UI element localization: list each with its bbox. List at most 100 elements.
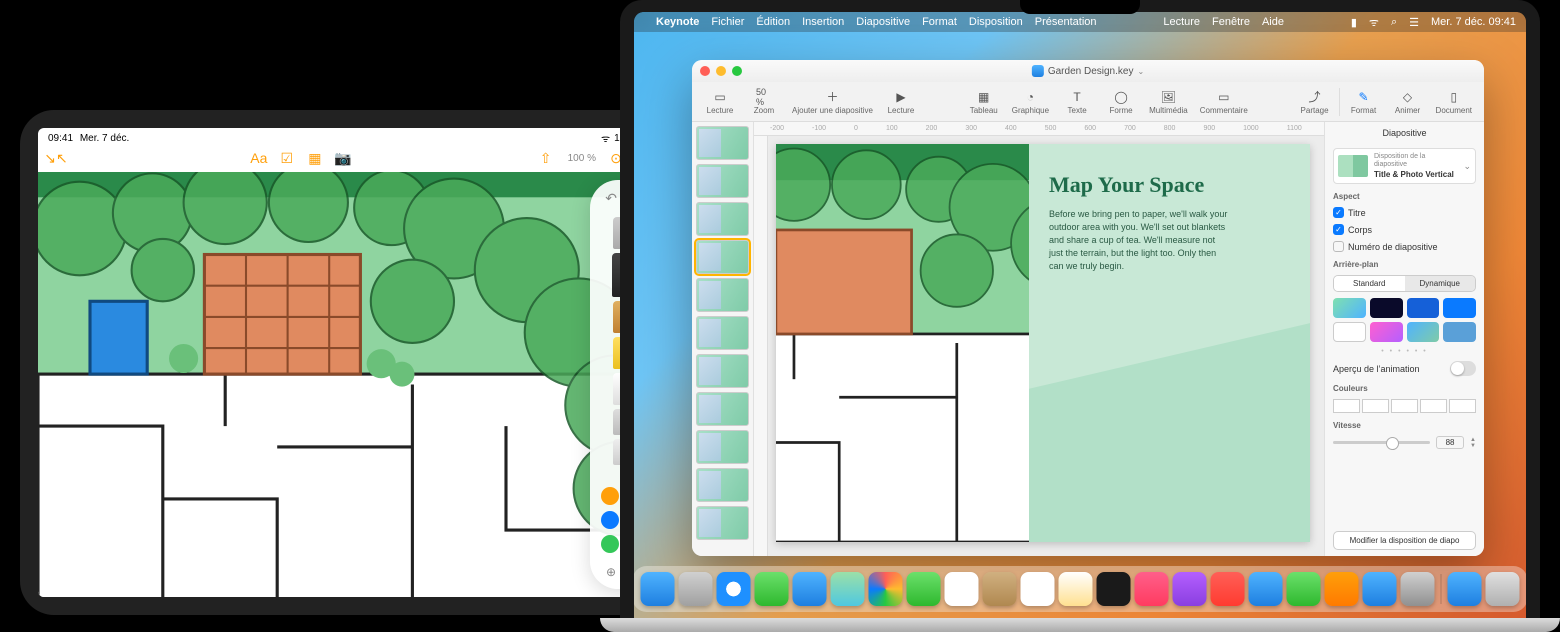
seg-standard[interactable]: Standard xyxy=(1334,276,1405,291)
dock-app-messages[interactable] xyxy=(755,572,789,606)
dock-app-mail[interactable] xyxy=(793,572,827,606)
dock-app-reminders[interactable] xyxy=(1021,572,1055,606)
dock-app-notes[interactable] xyxy=(1059,572,1093,606)
add-slide-button[interactable]: ＋Ajouter une diapositive xyxy=(788,87,877,117)
wifi-icon[interactable]: ᯤ xyxy=(1369,15,1379,30)
animation-preview-toggle[interactable] xyxy=(1450,361,1476,376)
zoom-button[interactable]: 50 %Zoom xyxy=(744,87,784,117)
dock-app-music[interactable] xyxy=(1135,572,1169,606)
slide-thumbnail[interactable] xyxy=(696,506,749,540)
close-icon[interactable] xyxy=(700,66,710,76)
zoom-icon[interactable] xyxy=(732,66,742,76)
slide-photo[interactable] xyxy=(776,144,1029,542)
media-button[interactable]: 🖼Multimédia xyxy=(1145,87,1192,117)
background-swatch[interactable] xyxy=(1333,298,1366,318)
seg-dynamic[interactable]: Dynamique xyxy=(1405,276,1476,291)
dock-downloads[interactable] xyxy=(1448,572,1482,606)
slide-canvas[interactable]: -200-10001002003004005006007008009001000… xyxy=(754,122,1324,556)
dock-app-keynote[interactable] xyxy=(1249,572,1283,606)
document-button[interactable]: ▯Document xyxy=(1432,87,1476,117)
color-swatch[interactable] xyxy=(601,535,619,553)
share-button[interactable]: ⤴Partage xyxy=(1295,87,1335,117)
slide-body[interactable]: Before we bring pen to paper, we'll walk… xyxy=(1049,208,1229,273)
background-swatch[interactable] xyxy=(1443,298,1476,318)
dock-app-numbers[interactable] xyxy=(1287,572,1321,606)
dock-app-maps[interactable] xyxy=(831,572,865,606)
menu-aide[interactable]: Aide xyxy=(1262,16,1284,28)
dock-app-tv[interactable] xyxy=(1097,572,1131,606)
slide-thumbnail[interactable] xyxy=(696,240,749,274)
color-swatch[interactable] xyxy=(601,487,619,505)
edit-layout-button[interactable]: Modifier la disposition de diapo xyxy=(1333,531,1476,550)
dock-trash[interactable] xyxy=(1486,572,1520,606)
color-swatch[interactable] xyxy=(601,511,619,529)
menu-diapositive[interactable]: Diapositive xyxy=(856,16,910,28)
menubar-app-name[interactable]: Keynote xyxy=(656,16,699,28)
check-slide-number[interactable]: Numéro de diapositive xyxy=(1333,241,1476,252)
add-tool-icon[interactable]: ⊕ xyxy=(606,565,616,579)
table-icon[interactable]: ▦ xyxy=(307,150,323,166)
animate-button[interactable]: ◇Animer xyxy=(1388,87,1428,117)
slide-thumbnail[interactable] xyxy=(696,278,749,312)
check-body[interactable]: ✓Corps xyxy=(1333,224,1476,235)
chart-button[interactable]: ◔Graphique xyxy=(1008,87,1053,117)
slide-thumbnail[interactable] xyxy=(696,430,749,464)
dock-app-contacts[interactable] xyxy=(983,572,1017,606)
dock-app-settings[interactable] xyxy=(1401,572,1435,606)
slide-thumbnail[interactable] xyxy=(696,164,749,198)
color-wells[interactable] xyxy=(1333,399,1476,413)
slide-navigator[interactable] xyxy=(692,122,754,556)
slide[interactable]: Map Your Space Before we bring pen to pa… xyxy=(776,144,1310,542)
background-swatch[interactable] xyxy=(1407,322,1440,342)
speed-slider[interactable] xyxy=(1333,441,1430,444)
share-icon[interactable]: ⇧ xyxy=(538,150,554,166)
menu-fenêtre[interactable]: Fenêtre xyxy=(1212,16,1250,28)
view-button[interactable]: ▭Lecture xyxy=(700,87,740,117)
spotlight-icon[interactable]: ⌕ xyxy=(1391,16,1397,29)
menubar-clock[interactable]: Mer. 7 déc. 09:41 xyxy=(1431,16,1516,28)
background-mode-segment[interactable]: Standard Dynamique xyxy=(1333,275,1476,292)
background-swatch[interactable] xyxy=(1370,298,1403,318)
collapse-icon[interactable]: ↘↖ xyxy=(48,150,64,166)
menu-présentation[interactable]: Présentation xyxy=(1035,16,1097,28)
play-button[interactable]: ▶Lecture xyxy=(881,87,921,117)
slide-thumbnail[interactable] xyxy=(696,354,749,388)
slide-thumbnail[interactable] xyxy=(696,202,749,236)
minimize-icon[interactable] xyxy=(716,66,726,76)
stepper-down-icon[interactable]: ▼ xyxy=(1470,443,1476,449)
format-button[interactable]: ✎Format xyxy=(1344,87,1384,117)
layout-picker[interactable]: Disposition de la diapositive Title & Ph… xyxy=(1333,148,1476,184)
slide-thumbnail[interactable] xyxy=(696,392,749,426)
menu-disposition[interactable]: Disposition xyxy=(969,16,1023,28)
menu-lecture[interactable]: Lecture xyxy=(1163,16,1200,28)
speed-value[interactable]: 88 xyxy=(1436,436,1464,449)
background-swatch[interactable] xyxy=(1443,322,1476,342)
check-title[interactable]: ✓Titre xyxy=(1333,207,1476,218)
comment-button[interactable]: ▭Commentaire xyxy=(1196,87,1252,117)
text-format-icon[interactable]: Aa xyxy=(251,150,267,166)
table-button[interactable]: ▦Tableau xyxy=(964,87,1004,117)
text-button[interactable]: TTexte xyxy=(1057,87,1097,117)
slide-thumbnail[interactable] xyxy=(696,126,749,160)
menu-fichier[interactable]: Fichier xyxy=(711,16,744,28)
ipad-canvas[interactable]: ↶ ↷ ⊕ ⋯ xyxy=(38,172,662,597)
menu-format[interactable]: Format xyxy=(922,16,957,28)
undo-icon[interactable]: ↶ xyxy=(605,190,617,207)
control-center-icon[interactable]: ☰ xyxy=(1409,16,1419,29)
dock-app-safari[interactable] xyxy=(717,572,751,606)
dock-app-news[interactable] xyxy=(1211,572,1245,606)
background-swatch[interactable] xyxy=(1407,298,1440,318)
menu-édition[interactable]: Édition xyxy=(756,16,790,28)
window-titlebar[interactable]: Garden Design.key ⌄ xyxy=(692,60,1484,82)
background-swatch[interactable] xyxy=(1333,322,1366,342)
battery-icon[interactable]: ▮ xyxy=(1351,16,1357,29)
slide-title[interactable]: Map Your Space xyxy=(1049,172,1290,198)
traffic-lights[interactable] xyxy=(700,66,742,76)
dock-app-finder[interactable] xyxy=(641,572,675,606)
slide-thumbnail[interactable] xyxy=(696,316,749,350)
dock-app-photos[interactable] xyxy=(869,572,903,606)
shape-button[interactable]: ◯Forme xyxy=(1101,87,1141,117)
checklist-icon[interactable]: ☑ xyxy=(279,150,295,166)
document-title[interactable]: Garden Design.key ⌄ xyxy=(1032,65,1144,77)
dock-app-calendar[interactable] xyxy=(945,572,979,606)
